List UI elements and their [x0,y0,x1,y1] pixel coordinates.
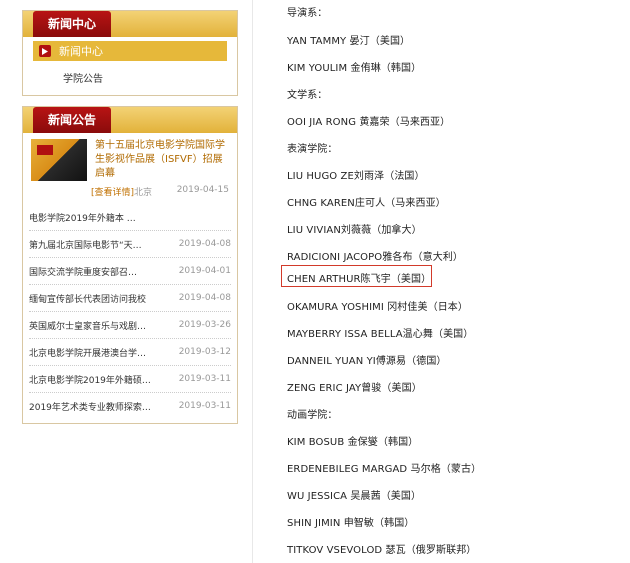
news-notice-title: 新闻公告 [33,107,111,133]
section-heading-directing: 导演系： [287,8,328,19]
student-name: LIU HUGO ZE刘雨泽（法国） [287,171,425,182]
news-date: 2019-04-01 [178,266,231,276]
news-list: 电影学院2019年外籍本 … 第九届北京国际电影节“天… 2019-04-08 … [29,204,231,419]
news-title[interactable]: 北京电影学院开展港澳台学… [29,346,157,359]
student-name: DANNEIL YUAN YI傅源易（德国） [287,356,447,367]
student-name: TITKOV VSEVOLOD 瑟瓦（俄罗斯联邦） [287,545,477,556]
sidebar-item-label: 新闻中心 [59,45,103,58]
featured-title[interactable]: 第十五届北京电影学院国际学生影视作品展（ISFVF）招展启幕 [95,139,231,181]
highlight-box [281,265,432,287]
section-heading-literature: 文学系： [287,90,328,101]
student-name: RADICIONI JACOPO雅各布（意大利） [287,252,464,263]
news-title[interactable]: 英国威尔士皇家音乐与戏剧… [29,319,157,332]
list-item[interactable]: 国际交流学院重度安部召… 2019-04-01 [29,258,231,285]
news-notice-panel: 新闻公告 第十五届北京电影学院国际学生影视作品展（ISFVF）招展启幕 [查看详… [22,106,238,424]
student-name: SHIN JIMIN 申智敏（韩国） [287,518,415,529]
list-item[interactable]: 北京电影学院2019年外籍硕… 2019-03-11 [29,366,231,393]
section-heading-acting: 表演学院： [287,144,338,155]
student-name: KIM BOSUB 金保燮（韩国） [287,437,419,448]
view-details-link[interactable]: [查看详情] [29,188,134,198]
news-date: 2019-03-26 [178,320,231,330]
section-heading-animation: 动画学院： [287,410,338,421]
news-date: 2019-04-08 [178,239,231,249]
student-name: OKAMURA YOSHIMI 冈村佳美（日本） [287,302,469,313]
list-item[interactable]: 北京电影学院开展港澳台学… 2019-03-12 [29,339,231,366]
featured-source: 北京 [134,188,153,198]
student-name: WU JESSICA 吴晨茜（美国） [287,491,422,502]
list-item[interactable]: 电影学院2019年外籍本 … [29,204,231,231]
student-name: CHNG KAREN庄可人（马来西亚） [287,198,446,209]
list-item[interactable]: 2019年艺术类专业教师探索… 2019-03-11 [29,393,231,419]
news-title[interactable]: 国际交流学院重度安部召… [29,265,157,278]
featured-news[interactable]: 第十五届北京电影学院国际学生影视作品展（ISFVF）招展启幕 [29,139,231,181]
news-title[interactable]: 缅甸宣传部长代表团访问我校 [29,292,157,305]
panel-header: 新闻中心 [23,11,237,37]
sidebar-item-college-announcement[interactable]: 学院公告 [33,61,227,87]
sidebar: 新闻中心 新闻中心 学院公告 新闻公告 第十五届北京电影学院国际学生影视作品展（… [22,10,238,434]
student-name: YAN TAMMY 晏汀（美国） [287,36,411,47]
panel-header: 新闻公告 [23,107,237,133]
list-item[interactable]: 缅甸宣传部长代表团访问我校 2019-04-08 [29,285,231,312]
news-title[interactable]: 北京电影学院2019年外籍硕… [29,373,157,386]
news-title[interactable]: 电影学院2019年外籍本 … [29,211,157,224]
student-name: OOI JIA RONG 黄嘉荣（马来西亚） [287,117,451,128]
student-name: MAYBERRY ISSA BELLA温心舞（美国） [287,329,474,340]
student-name: ERDENEBILEG MARGAD 马尔格（蒙古） [287,464,482,475]
list-item[interactable]: 英国威尔士皇家音乐与戏剧… 2019-03-26 [29,312,231,339]
news-date: 2019-03-11 [178,401,231,411]
news-center-title: 新闻中心 [33,11,111,37]
column-divider [252,0,253,563]
featured-date: 2019-04-15 [176,185,229,195]
featured-thumbnail[interactable] [31,139,87,181]
student-name: KIM YOULIM 金侑琳（韩国） [287,63,422,74]
student-name: LIU VIVIAN刘薇薇（加拿大） [287,225,422,236]
news-center-panel: 新闻中心 新闻中心 学院公告 [22,10,238,96]
play-icon [39,45,51,57]
sidebar-item-news-center[interactable]: 新闻中心 [33,41,227,61]
student-name: ZENG ERIC JAY曾骏（美国） [287,383,422,394]
news-date: 2019-03-11 [178,374,231,384]
news-title[interactable]: 第九届北京国际电影节“天… [29,238,157,251]
news-date: 2019-03-12 [178,347,231,357]
news-title[interactable]: 2019年艺术类专业教师探索… [29,400,157,413]
list-item[interactable]: 第九届北京国际电影节“天… 2019-04-08 [29,231,231,258]
news-date: 2019-04-08 [178,293,231,303]
